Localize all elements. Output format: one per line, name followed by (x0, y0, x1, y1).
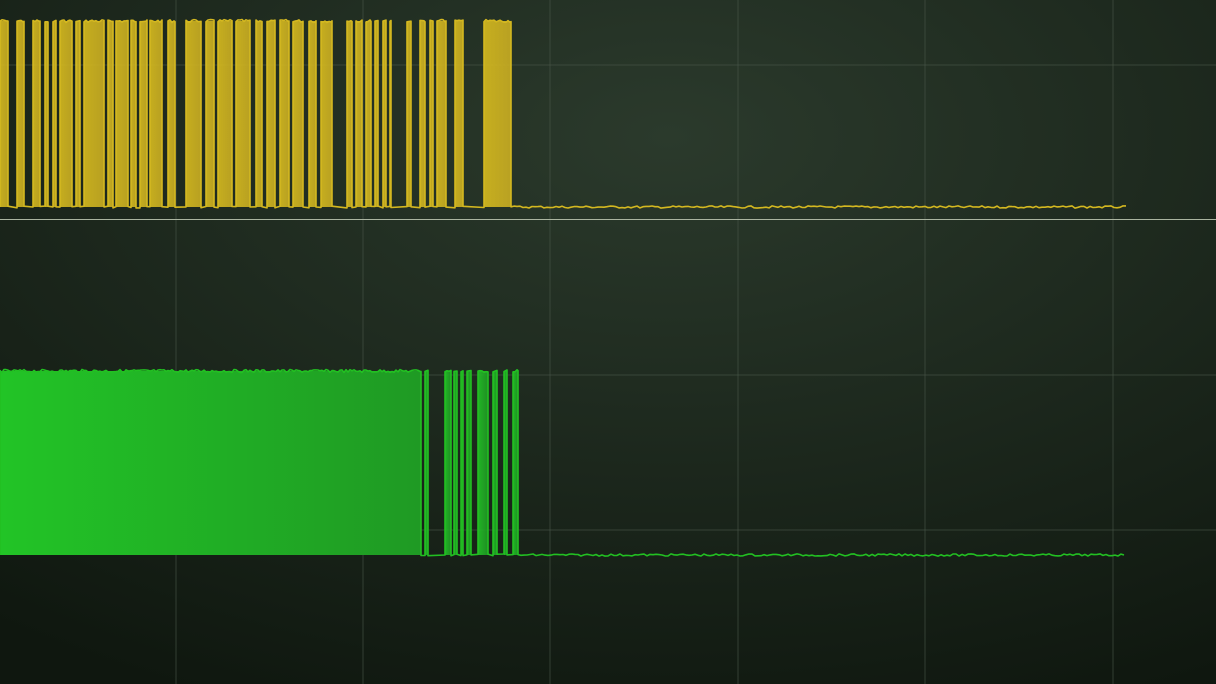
pulse-mark (445, 371, 451, 555)
pulse-mark (17, 21, 24, 207)
pulse-mark (140, 21, 147, 207)
pulse-mark (455, 21, 463, 207)
pulse-mark (321, 21, 332, 207)
oscilloscope-display (0, 0, 1216, 684)
pulse-mark (186, 21, 201, 207)
pulse-mark (33, 21, 40, 207)
pulse-mark (437, 21, 446, 207)
pulse-mark (484, 21, 511, 207)
pulse-mark (356, 21, 362, 207)
pulse-mark (293, 21, 303, 207)
pulse-mark (116, 21, 128, 207)
pulse-mark (267, 21, 275, 207)
pulse-mark (309, 21, 316, 207)
pulse-mark (236, 21, 250, 207)
pulse-mark (150, 21, 162, 207)
pulse-mark (60, 21, 72, 207)
pulse-mark (218, 21, 232, 207)
pulse-mark (0, 371, 421, 555)
pulse-mark (168, 21, 175, 207)
pulse-mark (84, 21, 104, 207)
scope-background (0, 0, 1216, 684)
pulse-mark (0, 21, 8, 207)
pulse-mark (206, 21, 214, 207)
pulse-mark (280, 21, 289, 207)
pulse-mark (478, 371, 488, 555)
pulse-mark (256, 21, 262, 207)
